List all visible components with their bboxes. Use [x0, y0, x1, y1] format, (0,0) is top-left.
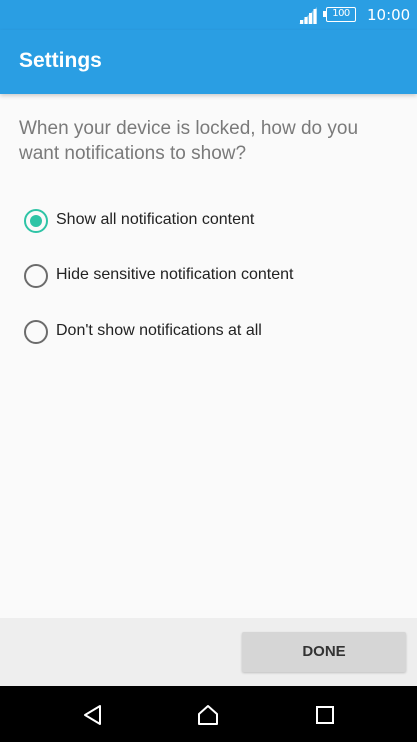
signal-icon — [299, 7, 317, 24]
clock: 10:00 — [367, 6, 411, 24]
option-label: Don't show notifications at all — [56, 322, 262, 339]
option-label: Hide sensitive notification content — [56, 266, 294, 283]
option-dont-show[interactable]: Don't show notifications at all — [24, 318, 384, 346]
footer-bar: DONE — [0, 618, 417, 686]
back-icon[interactable] — [82, 704, 104, 726]
option-label: Show all notification content — [56, 211, 255, 228]
done-button[interactable]: DONE — [242, 632, 406, 672]
home-icon[interactable] — [197, 704, 219, 726]
recents-icon[interactable] — [314, 704, 336, 726]
option-show-all[interactable]: Show all notification content — [24, 207, 384, 235]
notification-prompt: When your device is locked, how do you w… — [19, 118, 359, 164]
app-bar: Settings — [0, 30, 417, 94]
status-bar: 100 10:00 — [0, 0, 417, 30]
battery-level: 100 — [332, 8, 350, 19]
battery-icon: 100 — [323, 7, 356, 22]
page-title: Settings — [19, 49, 102, 72]
radio-selected-icon[interactable] — [24, 209, 48, 233]
radio-unselected-icon[interactable] — [24, 264, 48, 288]
option-hide-sensitive[interactable]: Hide sensitive notification content — [24, 262, 384, 290]
navigation-bar — [0, 686, 417, 742]
radio-unselected-icon[interactable] — [24, 320, 48, 344]
screen: 100 10:00 Settings When your device is l… — [0, 0, 417, 742]
